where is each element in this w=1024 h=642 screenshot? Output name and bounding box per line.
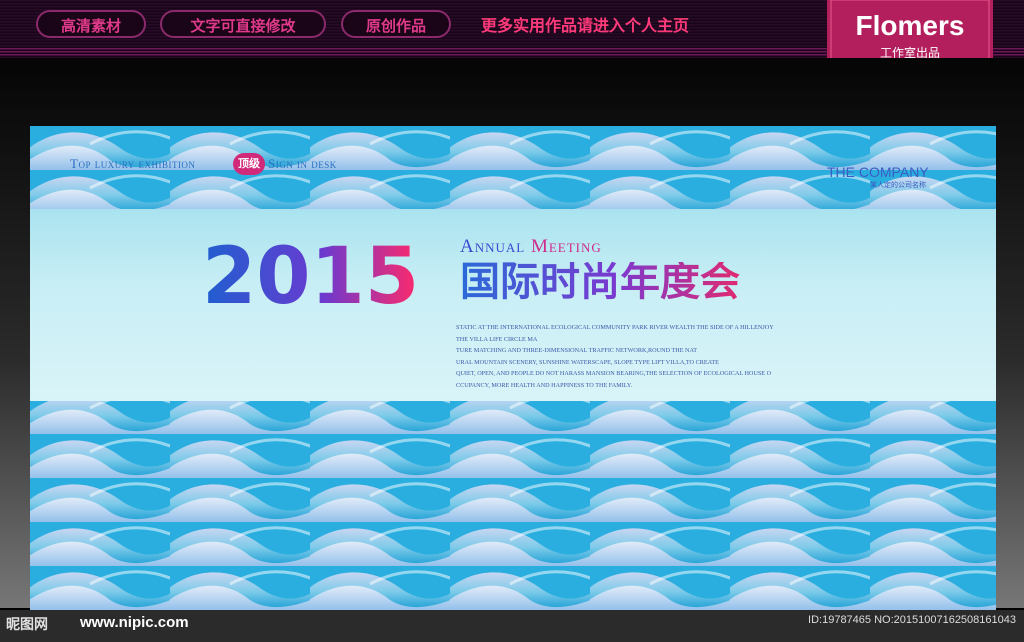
year-heading: 2015 xyxy=(202,232,420,322)
sign-in-tagline: Sign in desk xyxy=(268,156,337,171)
company-subtitle: 某人定的公司名称 xyxy=(870,181,926,189)
nipic-site-link[interactable]: www.nipic.com xyxy=(80,614,189,631)
body-line: STATIC AT THE INTERNATIONAL ECOLOGICAL C… xyxy=(456,324,774,331)
annual-meeting-label: Annual Meeting xyxy=(460,236,602,258)
company-name: THE COMPANY xyxy=(827,164,929,180)
brand-name: Flomers xyxy=(855,10,965,41)
original-work-pill: 原创作品 xyxy=(341,10,451,38)
promo-text: 更多实用作品请进入个人主页 xyxy=(481,16,690,35)
hd-material-pill: 高清素材 xyxy=(36,10,146,38)
body-line: QUIET, OPEN, AND PEOPLE DO NOT HARASS MA… xyxy=(456,370,772,377)
image-id-text: ID:19787465 NO:20151007162508161043 xyxy=(808,614,1016,626)
body-paragraph: STATIC AT THE INTERNATIONAL ECOLOGICAL C… xyxy=(456,322,876,391)
top-grade-badge: 顶级 xyxy=(233,153,265,175)
poster-board: Top luxury exhibition 顶级 Sign in desk TH… xyxy=(30,126,996,610)
nipic-logo: 昵图网 xyxy=(6,617,48,633)
body-line: CCUPANCY, MORE HEALTH AND HAPPINESS TO T… xyxy=(456,381,633,389)
annual-word: Annual xyxy=(460,236,526,257)
body-line: TURE MATCHING AND THREE-DIMENSIONAL TRAF… xyxy=(456,347,698,354)
body-line: THE VILLA LIFE CIRCLE MA xyxy=(456,335,538,343)
editable-text-pill: 文字可直接修改 xyxy=(160,10,326,38)
body-line: URAL MOUNTAIN SCENERY, SUNSHINE WATERSCA… xyxy=(456,358,719,366)
luxury-tagline: Top luxury exhibition xyxy=(70,156,196,171)
meeting-word: Meeting xyxy=(530,236,602,257)
chinese-title: 国际时尚年度会 xyxy=(460,259,740,305)
